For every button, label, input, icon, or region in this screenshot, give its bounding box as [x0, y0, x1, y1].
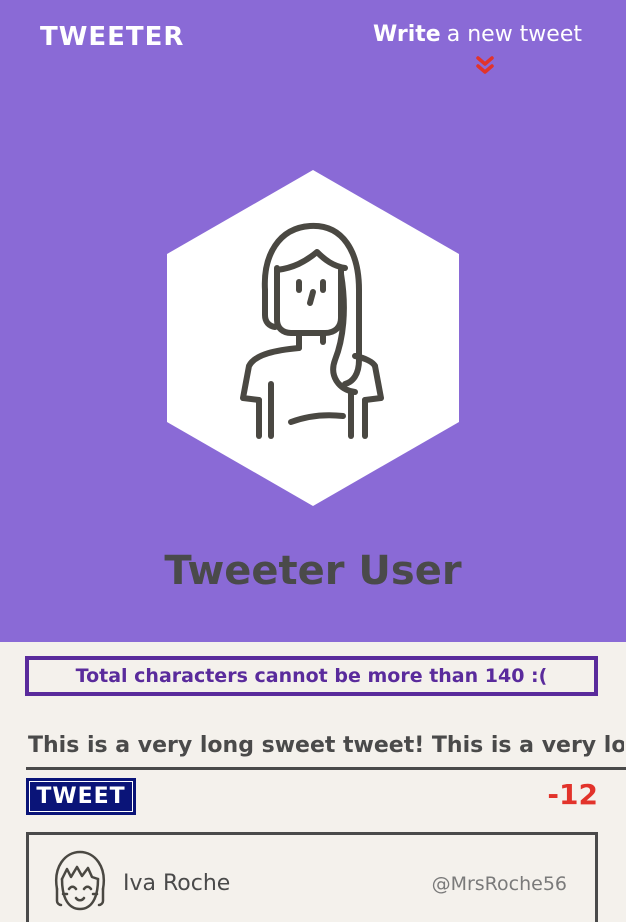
double-chevron-down-icon[interactable] [474, 55, 496, 77]
write-new-tweet-link[interactable]: Write a new tweet [373, 22, 582, 47]
write-label-rest: a new tweet [446, 22, 582, 47]
profile-name: Tweeter User [164, 548, 462, 594]
girl-avatar-icon [54, 850, 106, 911]
tweet-button[interactable]: TWEET [26, 778, 136, 815]
tweet-compose-input[interactable] [26, 724, 626, 770]
profile-header: TWEETER Write a new tweet Tweeter User [0, 0, 626, 642]
tweet-author-name[interactable]: Iva Roche [123, 871, 230, 896]
profile-avatar [167, 170, 459, 506]
character-counter: -12 [547, 778, 598, 811]
tweet-card: Iva Roche @MrsRoche56 [26, 832, 598, 922]
character-limit-error: Total characters cannot be more than 140… [25, 656, 598, 696]
app-logo[interactable]: TWEETER [40, 22, 184, 52]
write-label-bold: Write [373, 22, 441, 47]
tweet-author-handle[interactable]: @MrsRoche56 [432, 873, 567, 895]
